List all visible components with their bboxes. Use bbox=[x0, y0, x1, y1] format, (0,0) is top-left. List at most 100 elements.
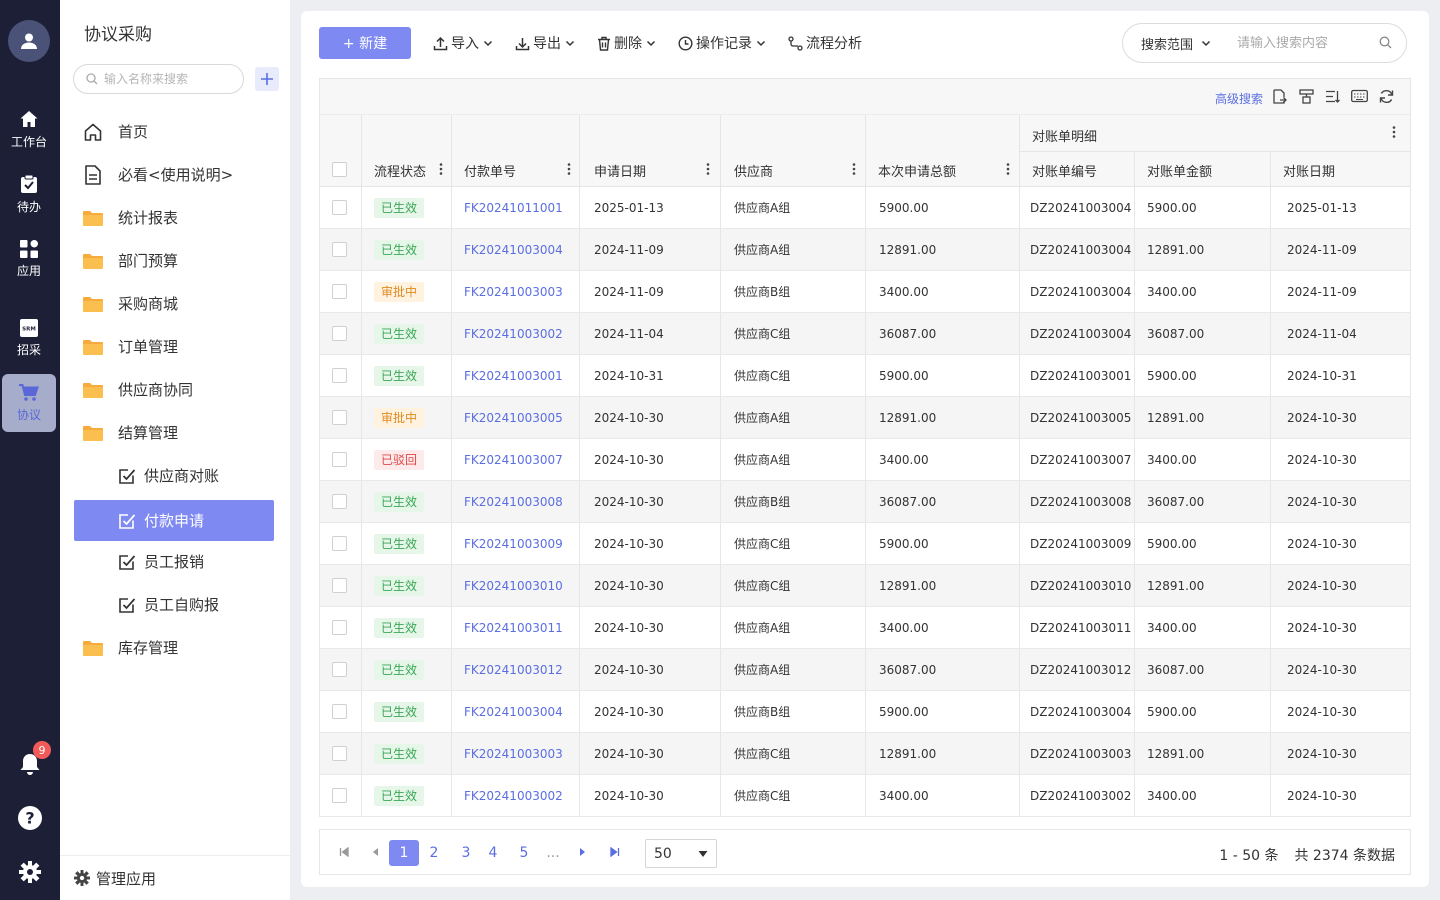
column-menu-icon[interactable] bbox=[852, 162, 856, 176]
row-checkbox[interactable] bbox=[332, 242, 347, 257]
table-row[interactable]: 已生效 FK20241011001 2025-01-13 供应商A组 5900.00 DZ… bbox=[320, 187, 1410, 229]
table-row[interactable]: 已生效 FK20241003004 2024-10-30 供应商B组 5900.00 DZ… bbox=[320, 691, 1410, 733]
prev-page-icon[interactable] bbox=[370, 847, 380, 857]
nav-item-mall[interactable]: 采购商城 bbox=[74, 283, 274, 324]
cell-no[interactable]: FK20241003009 bbox=[452, 523, 580, 564]
export-file-icon[interactable] bbox=[1272, 89, 1287, 104]
page-5[interactable]: 5 bbox=[514, 840, 534, 866]
help-button[interactable]: ? bbox=[15, 803, 45, 833]
cell-no[interactable]: FK20241003001 bbox=[452, 355, 580, 396]
operation-log-button[interactable]: 操作记录 bbox=[678, 33, 766, 53]
manage-apps-button[interactable]: 管理应用 bbox=[60, 855, 290, 900]
row-checkbox[interactable] bbox=[332, 368, 347, 383]
delete-button[interactable]: 删除 bbox=[597, 33, 656, 53]
row-checkbox[interactable] bbox=[332, 200, 347, 215]
row-checkbox[interactable] bbox=[332, 410, 347, 425]
table-row[interactable]: 已生效 FK20241003011 2024-10-30 供应商A组 3400.00 DZ… bbox=[320, 607, 1410, 649]
nav-search-input[interactable] bbox=[104, 72, 234, 86]
table-row[interactable]: 已生效 FK20241003010 2024-10-30 供应商C组 12891.00 D… bbox=[320, 565, 1410, 607]
nav-item-guide[interactable]: 必看<使用说明> bbox=[74, 154, 274, 195]
notification-button[interactable]: 9 bbox=[15, 741, 51, 779]
row-checkbox[interactable] bbox=[332, 284, 347, 299]
row-checkbox[interactable] bbox=[332, 536, 347, 551]
row-checkbox[interactable] bbox=[332, 746, 347, 761]
export-button[interactable]: 导出 bbox=[515, 33, 575, 53]
last-page-icon[interactable] bbox=[610, 847, 620, 857]
cell-no[interactable]: FK20241011001 bbox=[452, 187, 580, 228]
new-button[interactable]: + 新建 bbox=[319, 27, 411, 59]
table-row[interactable]: 已生效 FK20241003002 2024-11-04 供应商C组 36087.00 D… bbox=[320, 313, 1410, 355]
cell-no[interactable]: FK20241003005 bbox=[452, 397, 580, 438]
rail-item-procurement[interactable]: SRM 招采 bbox=[2, 309, 56, 367]
cell-no[interactable]: FK20241003004 bbox=[452, 691, 580, 732]
rail-item-todo[interactable]: 待办 bbox=[2, 165, 56, 223]
nav-item-orders[interactable]: 订单管理 bbox=[74, 326, 274, 367]
nav-item-self-purchase[interactable]: 员工自购报 bbox=[74, 584, 274, 625]
refresh-icon[interactable] bbox=[1379, 89, 1394, 104]
first-page-icon[interactable] bbox=[339, 847, 349, 857]
row-checkbox[interactable] bbox=[332, 494, 347, 509]
nav-item-home[interactable]: 首页 bbox=[74, 111, 274, 152]
nav-item-inventory[interactable]: 库存管理 bbox=[74, 627, 274, 668]
import-button[interactable]: 导入 bbox=[433, 33, 493, 53]
nav-item-payment-request[interactable]: 付款申请 bbox=[74, 500, 274, 541]
nav-item-supplier-collab[interactable]: 供应商协同 bbox=[74, 369, 274, 410]
cell-no[interactable]: FK20241003002 bbox=[452, 775, 580, 816]
table-row[interactable]: 已生效 FK20241003003 2024-10-30 供应商C组 12891.00 D… bbox=[320, 733, 1410, 775]
table-row[interactable]: 审批中 FK20241003005 2024-10-30 供应商A组 12891.00 D… bbox=[320, 397, 1410, 439]
row-checkbox[interactable] bbox=[332, 704, 347, 719]
column-menu-icon[interactable] bbox=[1006, 162, 1010, 176]
table-row[interactable]: 审批中 FK20241003003 2024-11-09 供应商B组 3400.00 DZ… bbox=[320, 271, 1410, 313]
cell-no[interactable]: FK20241003011 bbox=[452, 607, 580, 648]
cell-no[interactable]: FK20241003004 bbox=[452, 229, 580, 270]
nav-search[interactable] bbox=[73, 64, 244, 94]
settings-button[interactable] bbox=[15, 857, 45, 887]
search-scope-dropdown[interactable]: 搜索范围 bbox=[1141, 34, 1231, 53]
cell-no[interactable]: FK20241003003 bbox=[452, 733, 580, 774]
next-page-icon[interactable] bbox=[578, 847, 588, 857]
nav-item-reconciliation[interactable]: 供应商对账 bbox=[74, 455, 274, 496]
row-checkbox[interactable] bbox=[332, 662, 347, 677]
cell-no[interactable]: FK20241003002 bbox=[452, 313, 580, 354]
cell-no[interactable]: FK20241003010 bbox=[452, 565, 580, 606]
row-checkbox[interactable] bbox=[332, 326, 347, 341]
search-icon[interactable] bbox=[1379, 36, 1392, 49]
cell-no[interactable]: FK20241003003 bbox=[452, 271, 580, 312]
rail-item-workbench[interactable]: 工作台 bbox=[2, 100, 56, 158]
page-2[interactable]: 2 bbox=[424, 840, 444, 866]
nav-item-reports[interactable]: 统计报表 bbox=[74, 197, 274, 238]
sort-list-icon[interactable] bbox=[1325, 89, 1340, 104]
table-row[interactable]: 已生效 FK20241003009 2024-10-30 供应商C组 5900.00 DZ… bbox=[320, 523, 1410, 565]
user-avatar[interactable] bbox=[8, 20, 50, 62]
cell-no[interactable]: FK20241003012 bbox=[452, 649, 580, 690]
table-row[interactable]: 已生效 FK20241003001 2024-10-31 供应商C组 5900.00 DZ… bbox=[320, 355, 1410, 397]
row-checkbox[interactable] bbox=[332, 452, 347, 467]
select-all-checkbox[interactable] bbox=[332, 162, 347, 177]
table-row[interactable]: 已驳回 FK20241003007 2024-10-30 供应商A组 3400.00 DZ… bbox=[320, 439, 1410, 481]
keyboard-icon[interactable] bbox=[1351, 89, 1368, 103]
group-menu-icon[interactable] bbox=[1392, 125, 1396, 139]
nav-item-settlement[interactable]: 结算管理 bbox=[74, 412, 274, 453]
nav-item-budget[interactable]: 部门预算 bbox=[74, 240, 274, 281]
page-3[interactable]: 3 bbox=[456, 840, 476, 866]
search-input[interactable] bbox=[1237, 35, 1367, 51]
nav-item-reimbursement[interactable]: 员工报销 bbox=[74, 541, 274, 582]
page-1[interactable]: 1 bbox=[389, 840, 419, 866]
table-row[interactable]: 已生效 FK20241003008 2024-10-30 供应商B组 36087.00 D… bbox=[320, 481, 1410, 523]
page-size-select[interactable]: 50 bbox=[645, 839, 717, 868]
cell-no[interactable]: FK20241003007 bbox=[452, 439, 580, 480]
flow-analysis-button[interactable]: 流程分析 bbox=[788, 33, 862, 53]
row-checkbox[interactable] bbox=[332, 788, 347, 803]
table-row[interactable]: 已生效 FK20241003012 2024-10-30 供应商A组 36087.00 D… bbox=[320, 649, 1410, 691]
advanced-search-link[interactable]: 高级搜索 bbox=[1215, 90, 1263, 107]
page-ellipsis[interactable]: ... bbox=[543, 840, 563, 866]
column-menu-icon[interactable] bbox=[706, 162, 710, 176]
row-checkbox[interactable] bbox=[332, 620, 347, 635]
row-checkbox[interactable] bbox=[332, 578, 347, 593]
table-row[interactable]: 已生效 FK20241003004 2024-11-09 供应商A组 12891.00 D… bbox=[320, 229, 1410, 271]
cell-no[interactable]: FK20241003008 bbox=[452, 481, 580, 522]
column-layout-icon[interactable] bbox=[1299, 89, 1314, 104]
table-row[interactable]: 已生效 FK20241003002 2024-10-30 供应商C组 3400.00 DZ… bbox=[320, 775, 1410, 817]
nav-add-button[interactable] bbox=[255, 67, 279, 91]
rail-item-agreement[interactable]: 协议 bbox=[2, 374, 56, 432]
